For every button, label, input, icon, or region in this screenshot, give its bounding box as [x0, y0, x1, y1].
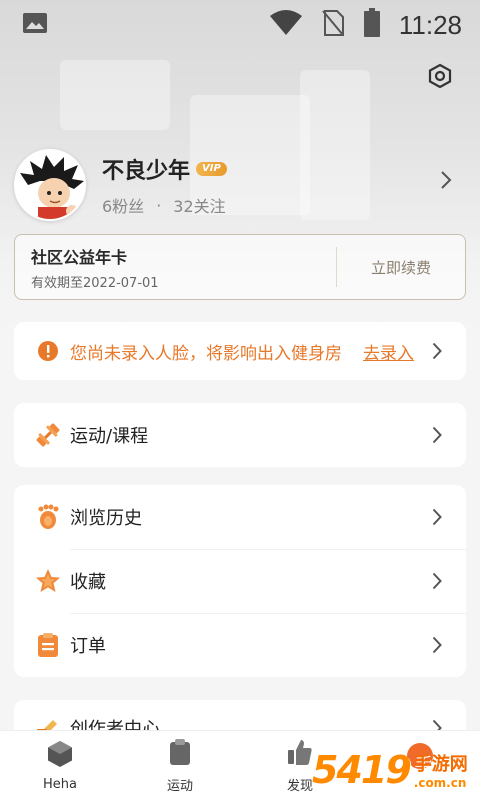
no-sim-icon [321, 9, 345, 41]
clipboard-icon [34, 631, 62, 659]
membership-card[interactable]: 社区公益年卡 有效期至2022-07-01 立即续费 [14, 234, 466, 300]
sport-card: 运动/课程 [14, 403, 466, 467]
settings-button[interactable] [424, 62, 456, 94]
face-notice-card[interactable]: 您尚未录入人脸，将影响出入健身房 去录入 [14, 322, 466, 380]
chevron-right-icon [430, 507, 444, 527]
face-register-link[interactable]: 去录入 [363, 339, 414, 364]
menu-item-sport-course[interactable]: 运动/课程 [14, 403, 466, 467]
menu-item-browse-history[interactable]: 浏览历史 [14, 485, 466, 549]
membership-expiry: 有效期至2022-07-01 [31, 275, 159, 291]
cube-icon [47, 740, 73, 772]
chevron-right-icon [430, 635, 444, 655]
stats-separator: · [156, 195, 162, 215]
profile-header[interactable]: 不良少年 VIP 6粉丝 · 32关注 [14, 142, 466, 228]
star-icon [34, 567, 62, 595]
face-notice-row[interactable]: 您尚未录入人脸，将影响出入健身房 去录入 [14, 322, 466, 380]
tab-heha[interactable]: Heha [0, 731, 120, 800]
menu-item-orders[interactable]: 订单 [14, 613, 466, 677]
username: 不良少年 [102, 159, 191, 184]
face-notice-message: 您尚未录入人脸，将影响出入健身房 [70, 343, 342, 364]
watermark-text: 手游网 [413, 754, 468, 775]
watermark-number: 5419 [312, 748, 412, 792]
gallery-icon [22, 12, 48, 38]
warning-icon [34, 337, 62, 365]
status-bar: 11:28 [0, 0, 480, 50]
menu-item-label: 收藏 [70, 572, 106, 593]
following-count[interactable]: 32关注 [173, 193, 225, 217]
renew-button[interactable]: 立即续费 [337, 257, 465, 278]
history-card: 浏览历史 收藏 订单 [14, 485, 466, 677]
menu-item-label: 订单 [70, 636, 106, 657]
battery-icon [363, 8, 381, 42]
settings-icon [427, 63, 453, 93]
tab-label: 运动 [166, 778, 193, 794]
chevron-right-icon [430, 571, 444, 591]
watermark-logo: 5419 手游网 .com.cn [312, 744, 476, 796]
watermark-url: .com.cn [413, 776, 467, 790]
vip-badge: VIP [196, 162, 227, 176]
menu-item-label: 浏览历史 [70, 508, 142, 529]
tab-label: Heha [43, 776, 77, 792]
footprint-icon [34, 503, 62, 531]
menu-item-label: 运动/课程 [70, 426, 149, 447]
avatar[interactable] [14, 149, 86, 221]
sport-icon [168, 738, 192, 770]
tab-sport[interactable]: 运动 [120, 731, 240, 800]
chevron-right-icon [430, 425, 444, 445]
membership-title: 社区公益年卡 [31, 247, 128, 267]
wifi-icon [269, 10, 303, 40]
chevron-right-icon [430, 341, 444, 361]
tab-label: 发现 [286, 778, 313, 794]
followers-count[interactable]: 6粉丝 [102, 193, 144, 217]
thumbs-up-icon [287, 738, 313, 770]
chevron-right-icon [440, 170, 452, 194]
clock-time: 11:28 [398, 9, 462, 40]
menu-item-favorites[interactable]: 收藏 [14, 549, 466, 613]
dumbbell-icon [34, 421, 62, 449]
